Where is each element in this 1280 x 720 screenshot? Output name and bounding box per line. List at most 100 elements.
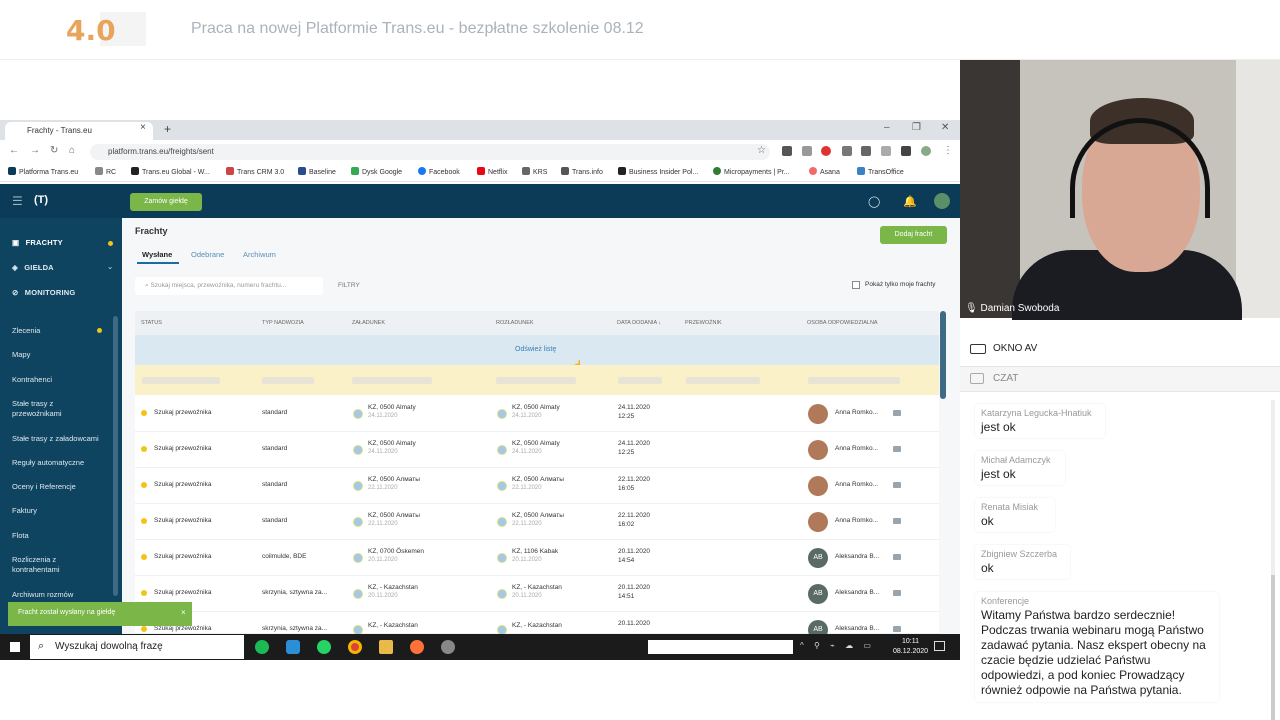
bookmark[interactable]: Trans CRM 3.0 bbox=[226, 167, 284, 176]
close-toast-icon[interactable]: × bbox=[181, 608, 186, 617]
browser-tab[interactable]: Frachty - Trans.eu bbox=[5, 122, 153, 140]
adblock-icon[interactable] bbox=[821, 146, 831, 156]
column-header[interactable]: ZAŁADUNEK bbox=[352, 320, 385, 326]
bell-icon[interactable]: 🔔 bbox=[903, 195, 917, 208]
message-icon[interactable] bbox=[893, 518, 901, 524]
firefox-icon[interactable] bbox=[410, 640, 424, 654]
bookmark[interactable]: Dysk Google bbox=[351, 167, 402, 176]
sidebar-item-faktury[interactable]: Faktury bbox=[12, 506, 37, 515]
extension-icon[interactable] bbox=[842, 146, 852, 156]
sidebar-item-oceny[interactable]: Oceny i Referencje bbox=[12, 482, 76, 491]
message-icon[interactable] bbox=[893, 554, 901, 560]
bookmark-star-icon[interactable]: ☆ bbox=[757, 145, 766, 156]
sidebar-item-stale-trasy-zaladowcy[interactable]: Stałe trasy z załadowcami bbox=[12, 434, 99, 443]
tab-received[interactable]: Odebrane bbox=[191, 250, 224, 259]
column-header[interactable]: ROZŁADUNEK bbox=[496, 320, 534, 326]
sidebar-item-stale-trasy-przewoznicy[interactable]: Stałe trasy z przewoźnikami bbox=[12, 399, 92, 419]
trans-logo[interactable]: (T) bbox=[34, 194, 48, 206]
loading-place: KZ, - Kazachstan bbox=[368, 584, 418, 591]
message-icon[interactable] bbox=[893, 410, 901, 416]
puzzle-icon[interactable] bbox=[901, 146, 911, 156]
app-icon[interactable] bbox=[441, 640, 455, 654]
taskbar-toolbar-field[interactable] bbox=[648, 640, 793, 654]
column-header[interactable]: DATA DODANIA ↓ bbox=[617, 320, 661, 326]
close-window-icon[interactable]: ✕ bbox=[941, 122, 949, 133]
windows-start-icon[interactable] bbox=[10, 642, 20, 652]
message-icon[interactable] bbox=[893, 446, 901, 452]
sidebar-item-archiwum[interactable]: Archiwum rozmów bbox=[12, 590, 73, 599]
message-icon[interactable] bbox=[893, 626, 901, 632]
sidebar-item-zlecenia[interactable]: Zlecenia bbox=[12, 326, 40, 335]
bookmark[interactable]: Baseline bbox=[298, 167, 336, 176]
chrome-icon[interactable] bbox=[348, 640, 362, 654]
notifications-icon[interactable] bbox=[934, 641, 945, 651]
spotify-icon[interactable] bbox=[255, 640, 269, 654]
maximize-icon[interactable]: ❐ bbox=[912, 122, 921, 133]
extension-icon[interactable] bbox=[802, 146, 812, 156]
chat-bubble-icon[interactable]: ◯ bbox=[868, 195, 880, 208]
filters-button[interactable]: FILTRY bbox=[338, 282, 360, 289]
chat-scroll-thumb[interactable] bbox=[1271, 575, 1275, 720]
message-author: Zbigniew Szczerba bbox=[981, 549, 1058, 559]
bookmark[interactable]: Netflix bbox=[477, 167, 507, 176]
table-scrollbar[interactable] bbox=[940, 311, 946, 399]
bookmark[interactable]: RC bbox=[95, 167, 116, 176]
profile-icon[interactable] bbox=[921, 146, 931, 156]
bookmark[interactable]: Micropayments | Pr... bbox=[713, 167, 790, 176]
bookmark[interactable]: Facebook bbox=[418, 167, 460, 176]
whatsapp-icon[interactable] bbox=[317, 640, 331, 654]
menu-dots-icon[interactable]: ⋮ bbox=[943, 145, 953, 156]
sidebar-item-monitoring[interactable]: ⊘ MONITORING bbox=[12, 288, 75, 297]
reload-icon[interactable]: ↻ bbox=[50, 145, 58, 156]
sidebar-item-frachty[interactable]: ▣ FRACHTY bbox=[12, 238, 63, 247]
sidebar-item-mapy[interactable]: Mapy bbox=[12, 350, 30, 359]
sidebar-item-reguly[interactable]: Reguły automatyczne bbox=[12, 458, 84, 467]
status-icon bbox=[141, 482, 147, 488]
bookmark[interactable]: KRS bbox=[522, 167, 547, 176]
system-tray-icons[interactable]: ^ ⚲ ⌁ ☁ ▭ bbox=[800, 641, 880, 651]
home-icon[interactable]: ⌂ bbox=[69, 145, 75, 156]
minimize-icon[interactable]: – bbox=[884, 122, 890, 133]
bookmark[interactable]: Business Insider Pol... bbox=[618, 167, 698, 176]
column-header[interactable]: PRZEWOŹNIK bbox=[685, 320, 722, 326]
bookmark[interactable]: Trans.eu Global - W... bbox=[131, 167, 210, 176]
bookmark[interactable]: Platforma Trans.eu bbox=[8, 167, 78, 176]
order-exchange-button[interactable]: Zamów giełdę bbox=[130, 193, 202, 211]
taskbar-clock[interactable]: 10:11 08.12.2020 bbox=[893, 637, 928, 657]
bookmark[interactable]: Asana bbox=[809, 167, 840, 176]
only-mine-checkbox[interactable] bbox=[852, 281, 860, 289]
tab-archive[interactable]: Archiwum bbox=[243, 250, 276, 259]
message-icon[interactable] bbox=[893, 590, 901, 596]
extension-icon[interactable] bbox=[861, 146, 871, 156]
column-header[interactable]: TYP NADWOZIA bbox=[262, 320, 304, 326]
sidebar-item-gielda[interactable]: ◈ GIEŁDA bbox=[12, 263, 54, 272]
column-header[interactable]: STATUS bbox=[141, 320, 162, 326]
hamburger-icon[interactable]: ☰ bbox=[12, 194, 23, 208]
new-tab-icon[interactable]: + bbox=[164, 122, 171, 136]
sidebar-scrollbar[interactable] bbox=[113, 316, 118, 596]
file-explorer-icon[interactable] bbox=[379, 640, 393, 654]
sidebar-item-flota[interactable]: Flota bbox=[12, 531, 29, 540]
bookmark[interactable]: Trans.info bbox=[561, 167, 603, 176]
bookmark[interactable]: TransOffice bbox=[857, 167, 904, 176]
taskbar-search-input[interactable]: Wyszukaj dowolną frazę bbox=[30, 635, 244, 659]
extension-icon[interactable] bbox=[782, 146, 792, 156]
back-icon[interactable]: ← bbox=[9, 145, 19, 156]
chevron-down-icon[interactable]: ⌄ bbox=[107, 262, 113, 271]
refresh-list-link[interactable]: Odśwież listę bbox=[515, 346, 556, 353]
url-field[interactable]: platform.trans.eu/freights/sent bbox=[90, 144, 770, 160]
message-icon[interactable] bbox=[893, 482, 901, 488]
outlook-icon[interactable] bbox=[286, 640, 300, 654]
unloading-place: KZ, 0500 Алматы bbox=[512, 476, 564, 483]
tab-sent[interactable]: Wysłane bbox=[142, 250, 172, 259]
forward-icon[interactable]: → bbox=[30, 145, 40, 156]
sidebar-item-rozliczenia[interactable]: Rozliczenia z kontrahentami bbox=[12, 555, 92, 575]
person-avatar bbox=[808, 404, 828, 424]
add-freight-button[interactable]: Dodaj fracht bbox=[880, 226, 947, 244]
extension-icon[interactable] bbox=[881, 146, 891, 156]
freight-search-input[interactable]: ⌕ Szukaj miejsca, przewoźnika, numeru fr… bbox=[135, 277, 323, 295]
column-header[interactable]: OSOBA ODPOWIEDZIALNA bbox=[807, 320, 878, 326]
sidebar-item-kontrahenci[interactable]: Kontrahenci bbox=[12, 375, 52, 384]
user-avatar-icon[interactable] bbox=[934, 193, 950, 209]
close-tab-icon[interactable]: × bbox=[140, 122, 146, 133]
